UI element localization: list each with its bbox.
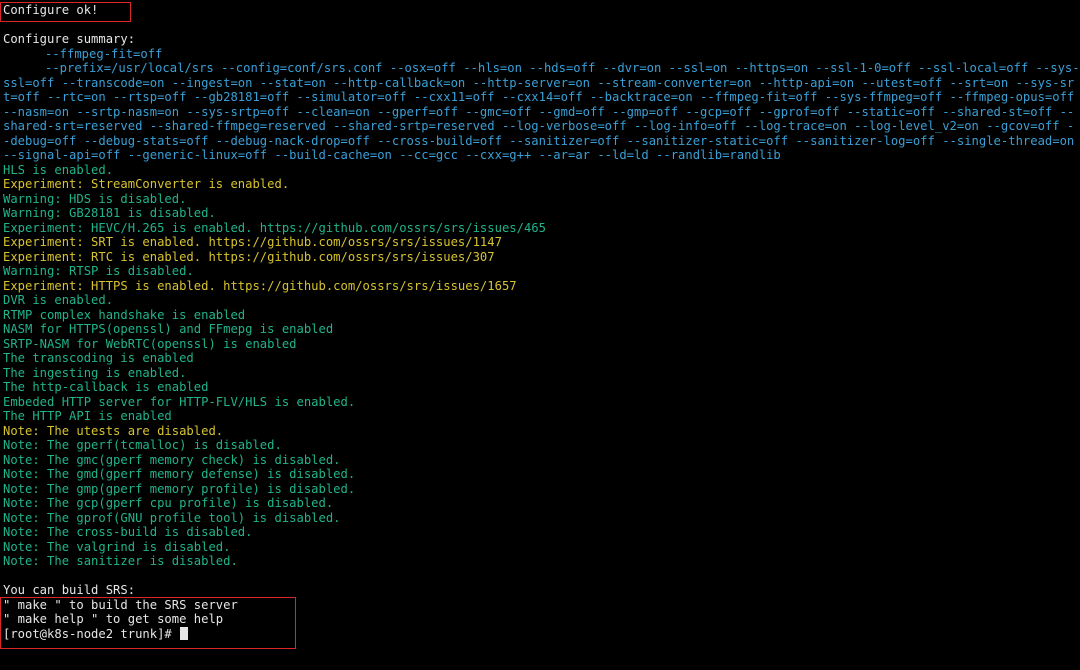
status-line: The http-callback is enabled [3,380,209,394]
status-line: Note: The cross-build is disabled. [3,525,253,539]
status-line: Note: The gmc(gperf memory check) is dis… [3,452,341,467]
status-line: DVR is enabled. [3,293,114,307]
status-line: Note: The gcp(gperf cpu profile) is disa… [3,496,334,510]
build-hint-title: You can build SRS: [3,583,136,597]
summary-title: Configure summary: [3,32,136,46]
summary-options-block: --prefix=/usr/local/srs --config=conf/sr… [3,61,1080,163]
status-line: Note: The gmp(gperf memory profile) is d… [3,481,356,496]
status-line: The transcoding is enabled [3,351,194,365]
status-line: Warning: RTSP is disabled. [3,264,194,278]
cursor-block [180,626,189,640]
shell-prompt: [root@k8s-node2 trunk]# [3,626,180,641]
status-line: Note: The sanitizer is disabled. [3,554,238,568]
status-line: SRTP-NASM for WebRTC(openssl) is enabled [3,336,297,351]
status-line: Embeded HTTP server for HTTP-FLV/HLS is … [3,394,356,409]
status-lines: HLS is enabled. Experiment: StreamConvert… [3,163,1080,569]
terminal-window[interactable]: Configure ok! Configure summary: --ffmpe… [0,0,1080,670]
status-line: Experiment: HTTPS is enabled. https://gi… [3,278,517,293]
status-line: Warning: GB28181 is disabled. [3,206,216,220]
status-line: Experiment: HEVC/H.265 is enabled. https… [3,220,546,235]
status-line: The HTTP API is enabled [3,409,172,423]
status-line: NASM for HTTPS(openssl) and FFmepg is en… [3,322,334,336]
status-line: Note: The gmd(gperf memory defense) is d… [3,467,356,481]
status-line: Experiment: StreamConverter is enabled. [3,177,290,191]
build-hint-make: " make " to build the SRS server [3,597,238,612]
summary-options-text: --prefix=/usr/local/srs --config=conf/sr… [3,61,1080,162]
build-hint-make-help: " make help " to get some help [3,612,224,626]
status-line: Note: The gperf(tcmalloc) is disabled. [3,438,282,452]
status-line: RTMP complex handshake is enabled [3,307,246,322]
status-line: Experiment: SRT is enabled. https://gith… [3,235,502,249]
status-line: HLS is enabled. [3,162,114,177]
status-line: Note: The utests are disabled. [3,423,224,438]
configure-ok-line: Configure ok! [3,3,99,17]
status-line: Warning: HDS is disabled. [3,191,187,206]
status-line: The ingesting is enabled. [3,365,187,380]
status-line: Note: The valgrind is disabled. [3,539,231,554]
status-line: Experiment: RTC is enabled. https://gith… [3,249,495,264]
prompt-line[interactable]: [root@k8s-node2 trunk]# [3,626,1080,642]
status-line: Note: The gprof(GNU profile tool) is dis… [3,510,341,525]
summary-option-line: --ffmpeg-fit=off [45,46,163,61]
